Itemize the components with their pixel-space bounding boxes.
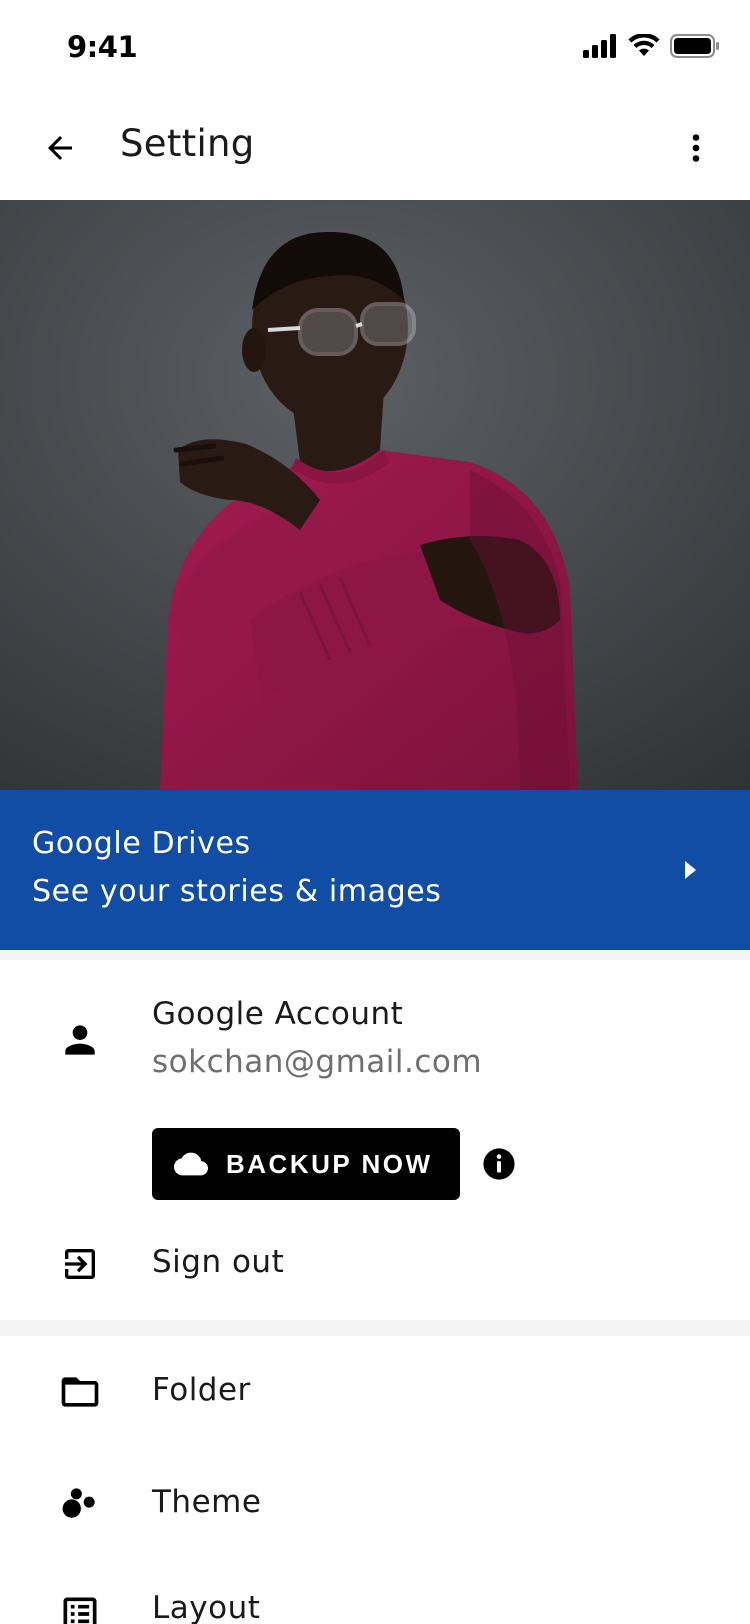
settings-screen: 9:41 Setting Google Drives See your stor… [0,0,750,1624]
cloud-icon [174,1152,208,1176]
info-icon[interactable] [482,1147,516,1181]
backup-now-button[interactable]: BACKUP NOW [152,1128,460,1200]
arrow-back-icon [48,136,72,160]
status-icons [582,34,720,58]
layout-icon [63,1597,97,1624]
battery-icon [670,34,719,58]
exit-icon [65,1249,95,1279]
account-email: sokchan@gmail.com [152,1044,483,1080]
page-title: Setting [120,122,255,165]
menu-item-folder[interactable]: Folder [152,1372,251,1408]
google-drives-banner[interactable]: Google Drives See your stories & images [0,790,750,950]
sign-out-item[interactable]: Sign out [152,1244,284,1280]
top-app-bar: Setting [0,96,750,200]
divider [0,1320,750,1336]
divider [0,950,750,960]
account-title: Google Account [152,996,404,1032]
status-bar: 9:41 [0,0,750,96]
wifi-icon [628,34,660,56]
more-vertical-icon [692,134,700,162]
drive-open-button[interactable] [670,850,710,890]
status-time: 9:41 [67,30,138,64]
menu-item-theme[interactable]: Theme [152,1484,261,1520]
person-icon [65,1025,95,1055]
menu-item-layout[interactable]: Layout [152,1590,260,1624]
backup-now-label: BACKUP NOW [226,1148,433,1179]
theme-icon [62,1488,95,1518]
portrait-photo [0,200,750,790]
more-options-button[interactable] [666,118,726,178]
signal-icon [583,34,616,58]
drive-title: Google Drives [32,826,251,861]
folder-icon [61,1377,99,1407]
back-button[interactable] [30,118,90,178]
chevron-right-icon [685,861,696,879]
drive-subtitle: See your stories & images [32,874,442,909]
hero-photo [0,200,750,790]
